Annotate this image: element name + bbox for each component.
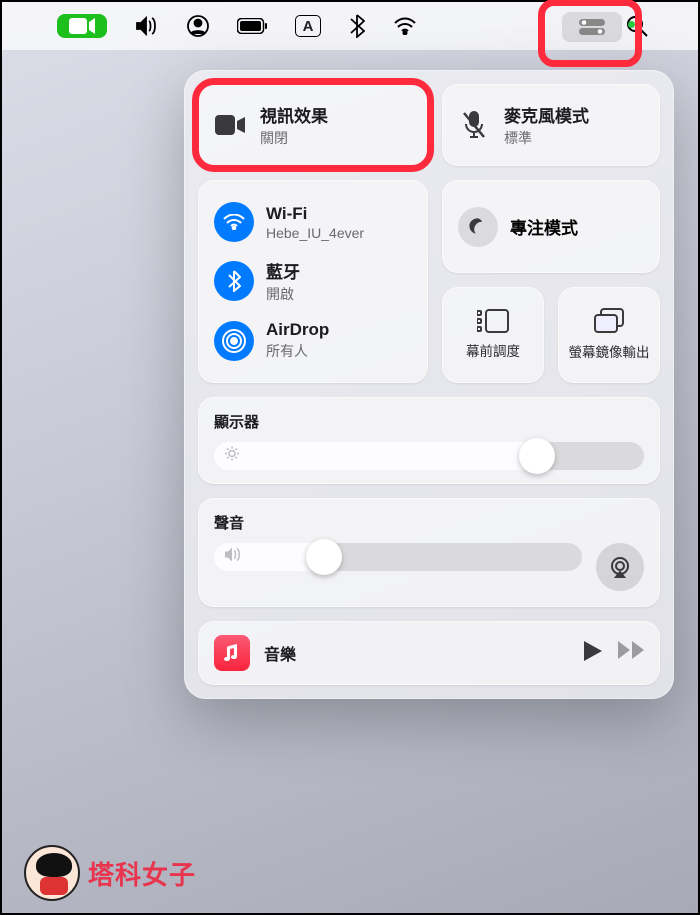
volume-menubar-icon[interactable] bbox=[135, 16, 159, 36]
video-effects-title: 視訊效果 bbox=[260, 102, 328, 127]
bluetooth-title: 藍牙 bbox=[266, 258, 300, 283]
stage-manager-icon bbox=[477, 309, 509, 338]
mic-muted-icon bbox=[458, 111, 490, 139]
bluetooth-toggle[interactable]: 藍牙 開啟 bbox=[214, 250, 412, 312]
watermark: 塔科女子 bbox=[24, 845, 196, 901]
video-effects-tile[interactable]: 視訊效果 關閉 bbox=[198, 84, 428, 166]
bluetooth-menubar-icon[interactable] bbox=[349, 14, 365, 38]
brightness-icon bbox=[224, 446, 240, 467]
airdrop-icon bbox=[214, 321, 254, 361]
airdrop-status: 所有人 bbox=[266, 341, 329, 361]
mic-mode-status: 標準 bbox=[504, 128, 589, 148]
screen-mirroring-icon bbox=[594, 308, 624, 339]
bluetooth-status: 開啟 bbox=[266, 284, 300, 304]
watermark-avatar-icon bbox=[24, 845, 80, 901]
display-title: 顯示器 bbox=[214, 411, 644, 432]
input-source-menubar-icon[interactable]: A bbox=[295, 15, 321, 37]
screen-mirroring-label: 螢幕鏡像輸出 bbox=[569, 345, 650, 361]
moon-icon bbox=[458, 207, 498, 247]
wifi-menubar-icon[interactable] bbox=[393, 17, 417, 35]
music-title: 音樂 bbox=[264, 641, 570, 665]
facetime-menubar-icon[interactable] bbox=[57, 14, 107, 38]
display-tile: 顯示器 bbox=[198, 397, 660, 484]
wifi-title: Wi-Fi bbox=[266, 204, 364, 224]
speaker-icon bbox=[224, 548, 242, 567]
stage-manager-tile[interactable]: 幕前調度 bbox=[442, 287, 544, 383]
video-effects-status: 關閉 bbox=[260, 128, 328, 148]
next-button[interactable] bbox=[618, 641, 644, 666]
brightness-slider[interactable] bbox=[214, 442, 644, 470]
battery-menubar-icon[interactable] bbox=[237, 18, 267, 34]
connectivity-tile: Wi-Fi Hebe_IU_4ever 藍牙 開啟 AirDrop bbox=[198, 180, 428, 383]
apple-music-icon bbox=[214, 635, 250, 671]
sound-tile: 聲音 bbox=[198, 498, 660, 607]
mic-mode-title: 麥克風模式 bbox=[504, 102, 589, 127]
sound-title: 聲音 bbox=[214, 512, 644, 533]
airdrop-toggle[interactable]: AirDrop 所有人 bbox=[214, 312, 412, 369]
wifi-icon bbox=[214, 202, 254, 242]
airplay-icon bbox=[608, 555, 632, 579]
volume-slider[interactable] bbox=[214, 543, 582, 571]
mic-mode-tile[interactable]: 麥克風模式 標準 bbox=[442, 84, 660, 166]
wifi-toggle[interactable]: Wi-Fi Hebe_IU_4ever bbox=[214, 194, 412, 250]
user-menubar-icon[interactable] bbox=[187, 15, 209, 37]
video-camera-icon bbox=[214, 115, 246, 135]
annotation-highlight-cc bbox=[538, 0, 642, 67]
screen-mirroring-tile[interactable]: 螢幕鏡像輸出 bbox=[558, 287, 660, 383]
bluetooth-icon bbox=[214, 261, 254, 301]
play-button[interactable] bbox=[584, 641, 602, 666]
wifi-network: Hebe_IU_4ever bbox=[266, 225, 364, 241]
watermark-text: 塔科女子 bbox=[88, 855, 196, 892]
music-tile[interactable]: 音樂 bbox=[198, 621, 660, 685]
stage-manager-label: 幕前調度 bbox=[466, 344, 520, 360]
airdrop-title: AirDrop bbox=[266, 320, 329, 340]
airplay-audio-button[interactable] bbox=[596, 543, 644, 591]
focus-tile[interactable]: 專注模式 bbox=[442, 180, 660, 273]
focus-title: 專注模式 bbox=[510, 214, 578, 239]
control-center-panel: 視訊效果 關閉 麥克風模式 標準 Wi-Fi Hebe_IU_4ever bbox=[184, 70, 674, 699]
